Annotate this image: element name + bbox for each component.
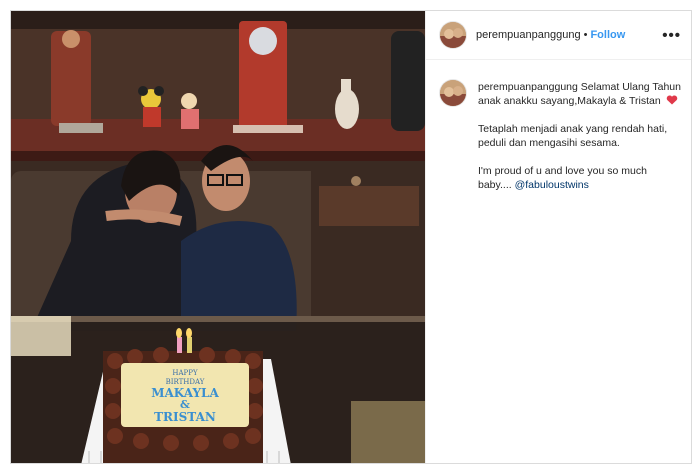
avatar-image xyxy=(440,22,466,48)
cake-text-tristan: TRISTAN xyxy=(154,410,216,424)
caption-username[interactable]: perempuanpanggung xyxy=(478,81,578,93)
avatar[interactable] xyxy=(440,22,466,48)
post-sidebar: perempuanpanggung • Follow ••• perempuan… xyxy=(425,11,691,463)
mention-link[interactable]: @fabuloustwins xyxy=(515,179,589,191)
caption-paragraph-2: Tetaplah menjadi anak yang rendah hati, … xyxy=(478,123,668,149)
more-options-icon[interactable]: ••• xyxy=(662,27,681,44)
birthday-photo-illustration: HAPPY BIRTHDAY MAKAYLA & TRISTAN xyxy=(11,11,425,463)
cake-text-happy: HAPPY xyxy=(172,369,198,377)
caption-avatar[interactable] xyxy=(440,80,466,106)
caption-paragraph-3: I'm proud of u and love you so much baby… xyxy=(478,164,681,192)
caption-text: perempuanpanggung Selamat Ulang Tahun an… xyxy=(478,80,681,206)
caption: perempuanpanggung Selamat Ulang Tahun an… xyxy=(426,60,691,206)
heart-icon xyxy=(666,95,677,105)
post-photo[interactable]: HAPPY BIRTHDAY MAKAYLA & TRISTAN xyxy=(11,11,425,463)
separator-dot: • xyxy=(583,29,588,41)
post-header: perempuanpanggung • Follow ••• xyxy=(426,11,691,60)
caption-paragraph-1: perempuanpanggung Selamat Ulang Tahun an… xyxy=(478,80,681,108)
header-username[interactable]: perempuanpanggung xyxy=(476,29,581,41)
avatar-image xyxy=(440,80,466,106)
follow-button[interactable]: Follow xyxy=(590,29,625,41)
cake-text-birthday: BIRTHDAY xyxy=(166,378,205,386)
instagram-post: HAPPY BIRTHDAY MAKAYLA & TRISTAN perempu… xyxy=(10,10,692,464)
